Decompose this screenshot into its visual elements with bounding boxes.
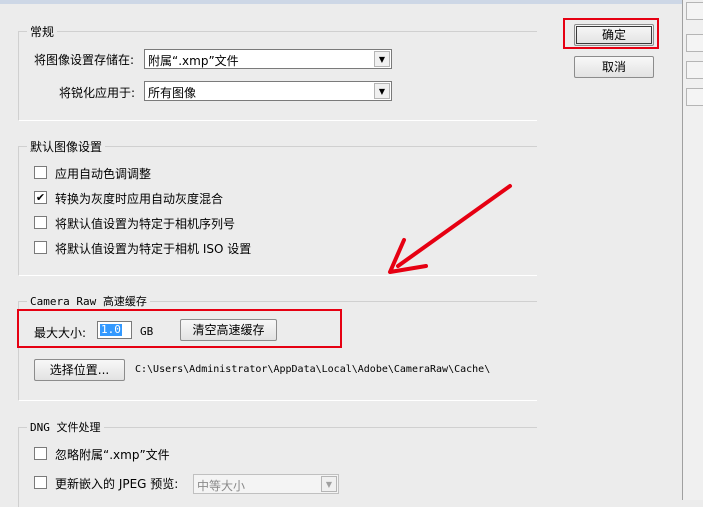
select-location-button[interactable]: 选择位置...: [34, 359, 125, 381]
ignore-xmp-checkbox[interactable]: [34, 447, 47, 460]
max-size-value: 1.0: [100, 323, 122, 336]
side-button[interactable]: [686, 2, 703, 20]
update-jpeg-label: 更新嵌入的 JPEG 预览:: [55, 477, 179, 491]
serial-specific-checkbox[interactable]: [34, 216, 47, 229]
max-size-label: 最大大小:: [34, 326, 87, 340]
side-button[interactable]: [686, 34, 703, 52]
sharpen-select[interactable]: 所有图像 ▼: [144, 81, 392, 101]
auto-tone-checkbox[interactable]: [34, 166, 47, 179]
cache-path: C:\Users\Administrator\AppData\Local\Ado…: [135, 364, 491, 375]
ok-button[interactable]: 确定: [574, 24, 654, 46]
side-scroll-strip: [682, 0, 703, 500]
general-group: 常规: [18, 23, 537, 121]
side-button[interactable]: [686, 88, 703, 106]
camera-raw-cache-group: Camera Raw 高速缓存: [18, 293, 537, 401]
purge-cache-button[interactable]: 清空高速缓存: [180, 319, 277, 341]
chevron-down-icon[interactable]: ▼: [374, 51, 390, 67]
save-settings-select[interactable]: 附属“.xmp”文件 ▼: [144, 49, 392, 69]
default-image-settings-title: 默认图像设置: [27, 138, 106, 155]
save-settings-label: 将图像设置存储在:: [34, 53, 135, 67]
cancel-button[interactable]: 取消: [574, 56, 654, 78]
title-bar-edge: [0, 0, 682, 4]
jpeg-preview-select[interactable]: 中等大小 ▼: [193, 474, 339, 494]
ignore-xmp-label: 忽略附属“.xmp”文件: [55, 448, 170, 462]
side-button[interactable]: [686, 61, 703, 79]
auto-tone-label: 应用自动色调调整: [55, 167, 152, 181]
general-group-title: 常规: [27, 23, 58, 40]
sharpen-label: 将锐化应用于:: [59, 86, 136, 100]
sharpen-value: 所有图像: [148, 86, 197, 100]
iso-specific-checkbox[interactable]: [34, 241, 47, 254]
auto-grayscale-label: 转换为灰度时应用自动灰度混合: [55, 192, 224, 206]
auto-grayscale-checkbox[interactable]: ✔: [34, 191, 47, 204]
chevron-down-icon[interactable]: ▼: [374, 83, 390, 99]
max-size-input[interactable]: 1.0: [97, 321, 132, 339]
jpeg-preview-value: 中等大小: [197, 479, 246, 493]
max-size-unit: GB: [140, 325, 154, 338]
update-jpeg-checkbox[interactable]: [34, 476, 47, 489]
save-settings-value: 附属“.xmp”文件: [148, 54, 239, 68]
iso-specific-label: 将默认值设置为特定于相机 ISO 设置: [55, 242, 252, 256]
dng-file-handling-group: DNG 文件处理: [18, 419, 537, 507]
chevron-down-icon[interactable]: ▼: [321, 476, 337, 492]
dng-file-handling-title: DNG 文件处理: [27, 419, 104, 435]
camera-raw-cache-title: Camera Raw 高速缓存: [27, 293, 150, 309]
serial-specific-label: 将默认值设置为特定于相机序列号: [55, 217, 236, 231]
preferences-dialog: { "general": { "title": "常规", "save_labe…: [0, 0, 703, 507]
